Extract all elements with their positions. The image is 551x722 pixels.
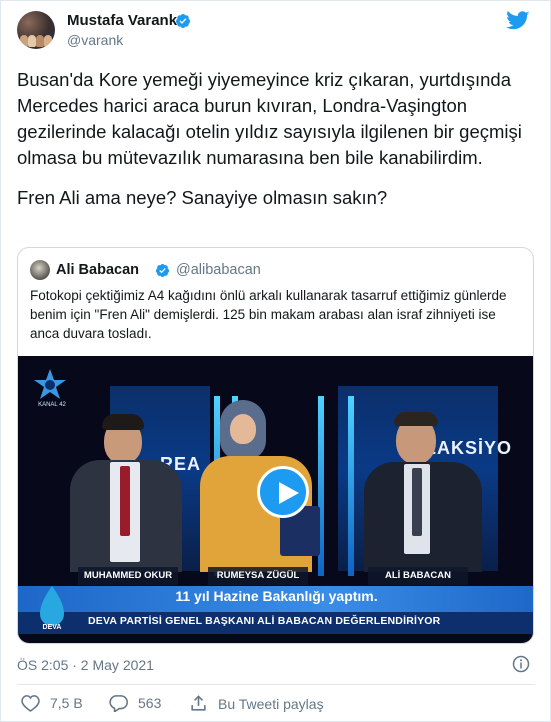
quoted-author-name: Ali Babacan — [56, 262, 139, 278]
tweet-timestamp[interactable]: ÖS 2:05 · 2 May 2021 — [17, 657, 154, 673]
info-icon[interactable] — [512, 655, 530, 673]
quoted-author-avatar — [30, 260, 50, 280]
tweet-paragraph: Busan'da Kore yemeği yiyemeyince kriz çı… — [17, 69, 522, 168]
tweet-text: Busan'da Kore yemeği yiyemeyince kriz çı… — [17, 67, 537, 211]
quoted-author-handle: @alibabacan — [176, 262, 261, 278]
nameplate: ALİ BABACAN — [368, 567, 468, 585]
divider — [17, 684, 535, 685]
author-name[interactable]: Mustafa Varank — [67, 12, 177, 29]
party-logo-label: DEVA — [42, 624, 62, 631]
tweet-card: Mustafa Varank @varank Busan'da Kore yem… — [0, 0, 551, 722]
channel-logo-icon — [34, 369, 66, 399]
twitter-bird-icon[interactable] — [506, 11, 530, 31]
reply-icon — [109, 695, 128, 712]
video-subline: DEVA PARTİSİ GENEL BAŞKANI ALİ BABACAN D… — [88, 615, 441, 627]
studio-light — [348, 396, 354, 576]
reply-button[interactable]: 563 — [109, 694, 161, 712]
reply-count: 563 — [138, 695, 162, 711]
channel-logo-label: KANAL 42 — [38, 402, 66, 408]
nameplate: MUHAMMED OKUR — [78, 567, 178, 585]
video-headline: 11 yıl Hazine Bakanlığı yaptım. — [175, 588, 378, 604]
verified-badge-icon — [155, 263, 170, 278]
heart-icon — [21, 695, 40, 712]
tweet-paragraph: Fren Ali ama neye? Sanayiye olmasın sakı… — [17, 187, 388, 208]
share-button[interactable]: Bu Tweeti paylaş — [189, 694, 324, 713]
play-button[interactable] — [257, 466, 309, 518]
quoted-tweet[interactable]: Ali Babacan @alibabacan Fotokopi çektiği… — [17, 247, 534, 644]
verified-badge-icon — [176, 14, 190, 28]
author-handle[interactable]: @varank — [67, 32, 123, 48]
share-label: Bu Tweeti paylaş — [218, 695, 324, 712]
share-icon — [191, 695, 206, 711]
nameplate: RUMEYSA ZÜGÜL — [208, 567, 308, 585]
play-icon — [279, 482, 299, 504]
video-player[interactable]: REA REAKSİYO KANAL 42 MUHAMMED OKUR RUME… — [18, 356, 533, 643]
quoted-tweet-text: Fotokopi çektiğimiz A4 kağıdını önlü ark… — [30, 288, 507, 341]
like-button[interactable]: 7,5 B — [21, 694, 83, 712]
like-count: 7,5 B — [50, 695, 83, 711]
author-avatar[interactable] — [17, 11, 55, 49]
